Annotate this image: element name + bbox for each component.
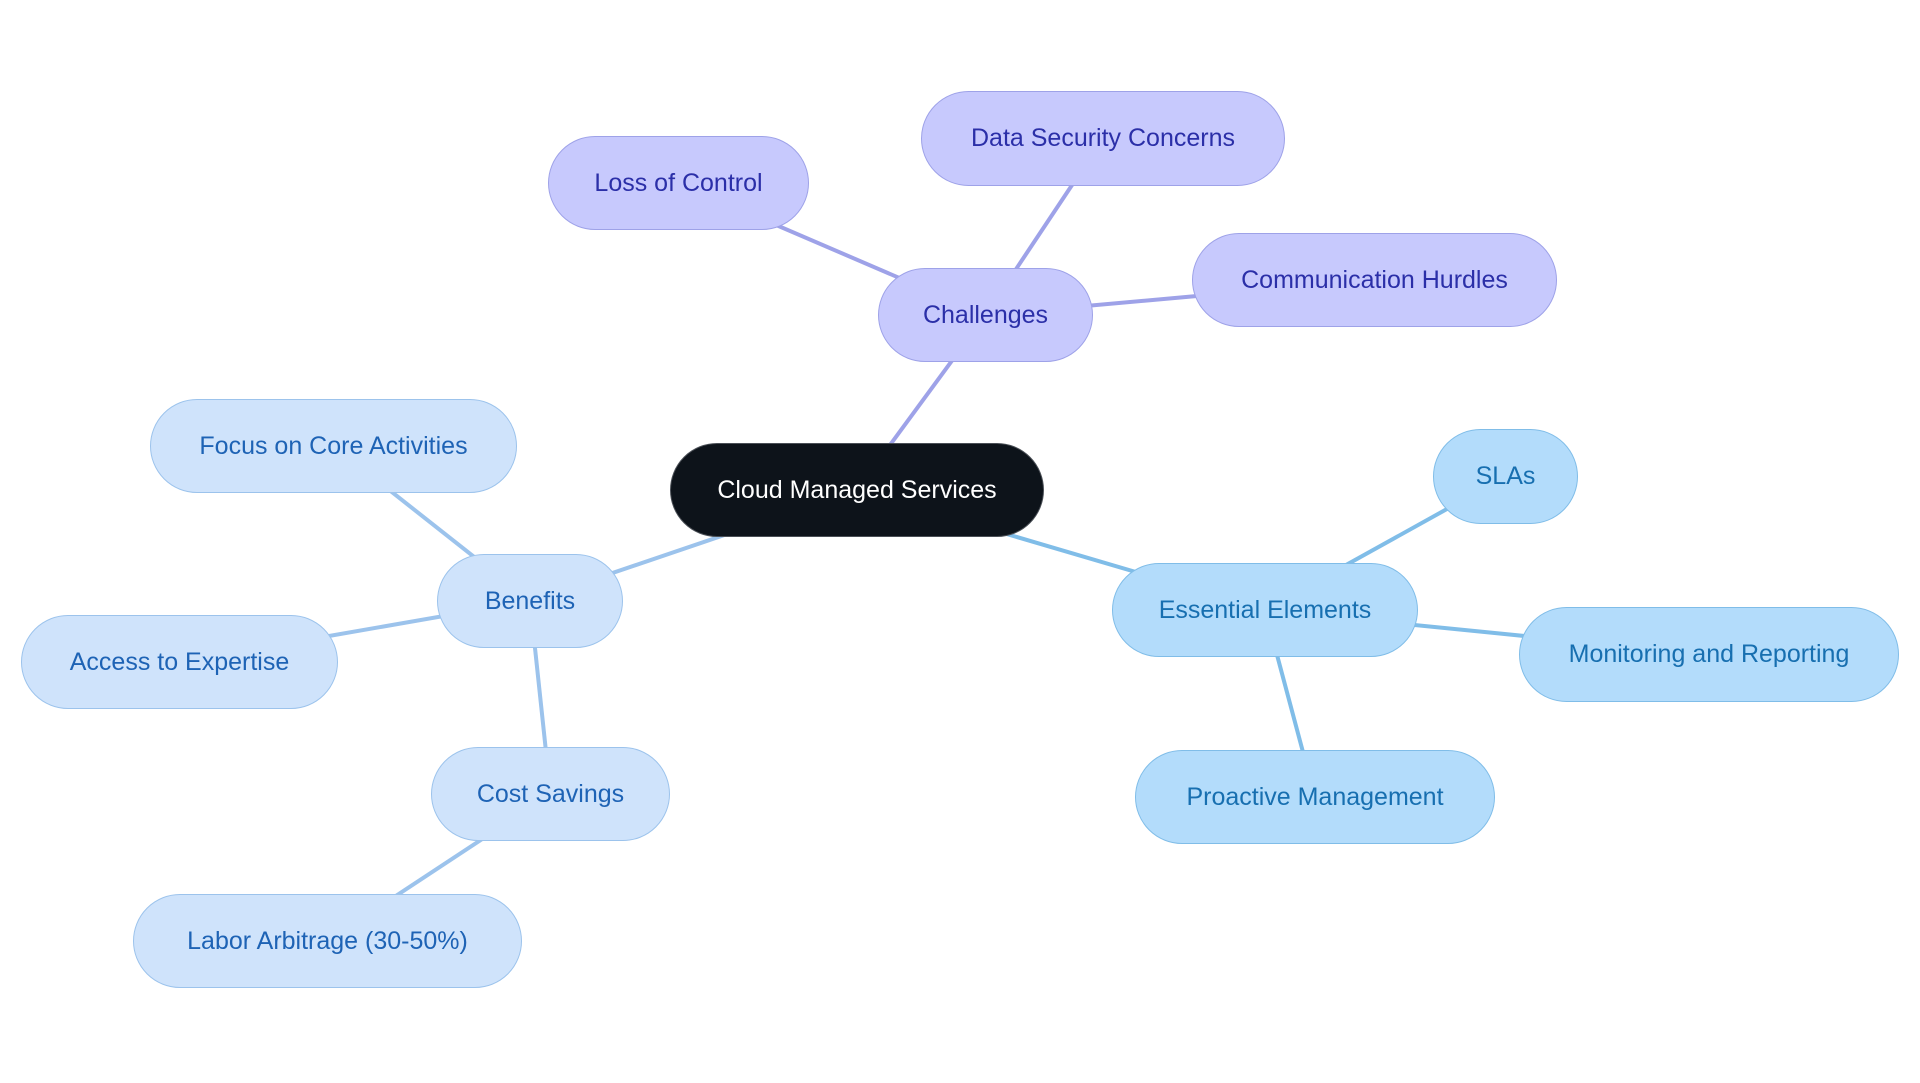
node-label: Loss of Control (594, 168, 763, 197)
node-challenges[interactable]: Challenges (878, 268, 1093, 362)
node-cost-savings[interactable]: Cost Savings (431, 747, 670, 841)
node-loss-of-control[interactable]: Loss of Control (548, 136, 809, 230)
node-essential-elements[interactable]: Essential Elements (1112, 563, 1418, 657)
node-label: Challenges (922, 300, 1049, 329)
node-labor-arbitrage[interactable]: Labor Arbitrage (30-50%) (133, 894, 522, 988)
node-label: Labor Arbitrage (30-50%) (187, 926, 468, 955)
node-label: Cost Savings (476, 779, 625, 808)
node-label: Benefits (484, 586, 576, 615)
node-proactive-management[interactable]: Proactive Management (1135, 750, 1495, 844)
node-label: Focus on Core Activities (199, 431, 468, 460)
node-label: Proactive Management (1186, 782, 1444, 811)
node-benefits[interactable]: Benefits (437, 554, 623, 648)
node-slas[interactable]: SLAs (1433, 429, 1578, 524)
node-focus-on-core-activities[interactable]: Focus on Core Activities (150, 399, 517, 493)
node-label: SLAs (1475, 462, 1536, 490)
node-cloud-managed-services[interactable]: Cloud Managed Services (670, 443, 1044, 537)
node-communication-hurdles[interactable]: Communication Hurdles (1192, 233, 1557, 327)
node-monitoring-and-reporting[interactable]: Monitoring and Reporting (1519, 607, 1899, 702)
node-label: Access to Expertise (69, 647, 290, 676)
node-label: Data Security Concerns (970, 124, 1235, 152)
node-label: Cloud Managed Services (717, 475, 997, 504)
node-label: Essential Elements (1158, 595, 1372, 624)
node-access-to-expertise[interactable]: Access to Expertise (21, 615, 338, 709)
node-label: Communication Hurdles (1241, 265, 1508, 294)
node-label: Monitoring and Reporting (1568, 640, 1850, 668)
node-data-security-concerns[interactable]: Data Security Concerns (921, 91, 1285, 186)
